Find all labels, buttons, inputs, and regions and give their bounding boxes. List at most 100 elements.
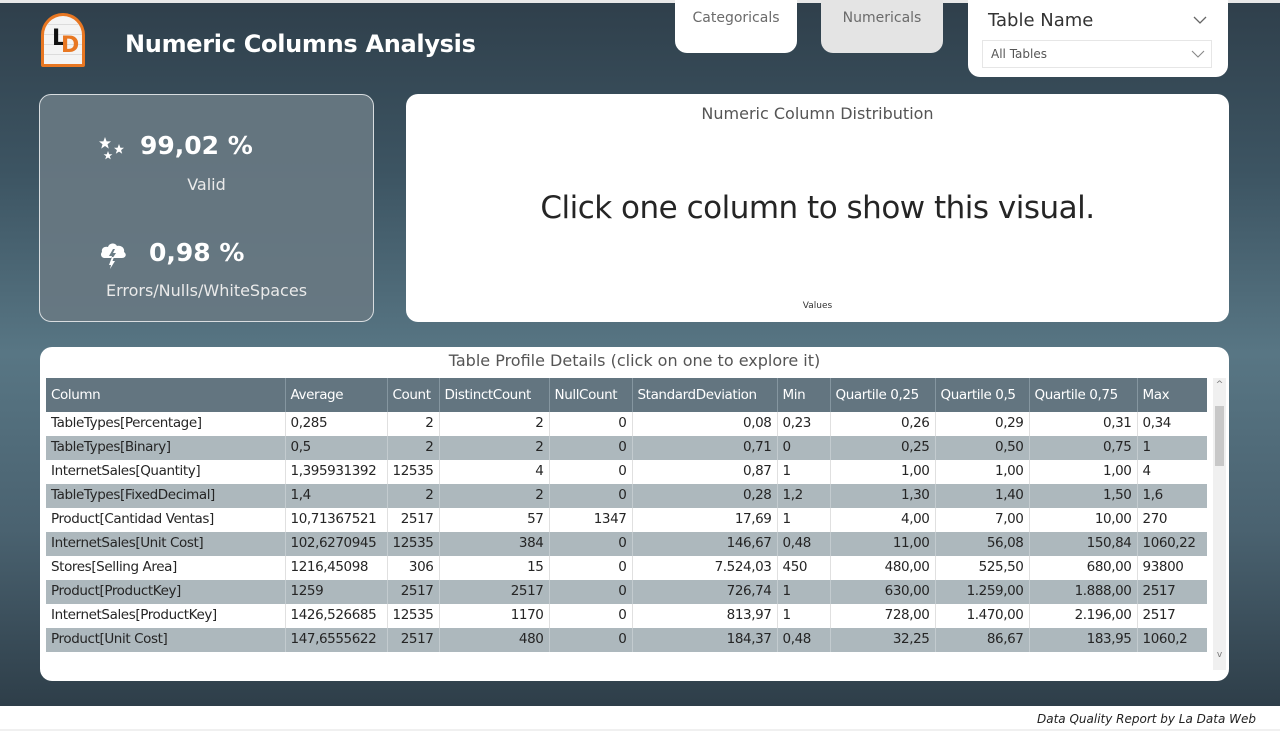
cell-quartile-0-25: 728,00 (830, 604, 936, 628)
numeric-distribution-visual[interactable]: Numeric Column Distribution Click one co… (406, 94, 1229, 322)
valid-percentage: 99,02 % (140, 131, 253, 160)
scroll-down-icon[interactable]: v (1213, 650, 1226, 664)
table-row[interactable]: TableTypes[Binary] 0,5 2 2 0 0,71 0 0,25 0,50 0,7… (46, 436, 1207, 460)
table-profile-scroll-area[interactable]: Column Average Count DistinctCount NullCount… (46, 378, 1207, 675)
cell-quartile-0-75: 1,50 (1029, 484, 1138, 508)
cell-quartile-0-75: 2.196,00 (1029, 604, 1138, 628)
column-header-nullcount[interactable]: NullCount (549, 378, 633, 412)
table-row[interactable]: InternetSales[ProductKey] 1426,526685 1253… (46, 604, 1207, 628)
table-name-dropdown[interactable]: All Tables (982, 40, 1212, 68)
cell-quartile-0-5: 1.259,00 (935, 580, 1030, 604)
column-header-average[interactable]: Average (285, 378, 388, 412)
cell-nullcount: 0 (549, 628, 633, 652)
validity-kpi-card: 99,02 % Valid 0,98 % Errors/Nulls/WhiteS… (39, 94, 374, 322)
cell-max: 1 (1137, 436, 1207, 460)
cell-standarddeviation: 7.524,03 (632, 556, 778, 580)
table-body: TableTypes[Percentage] 0,285 2 2 0 0,08 0,23 0,… (46, 412, 1207, 652)
chevron-down-icon[interactable] (1192, 12, 1208, 28)
cell-average: 10,71367521 (285, 508, 388, 532)
cell-count: 306 (387, 556, 440, 580)
cell-min: 0,48 (777, 532, 831, 556)
cell-max: 2517 (1137, 604, 1207, 628)
column-header-distinctcount[interactable]: DistinctCount (439, 378, 550, 412)
cell-quartile-0-75: 1,00 (1029, 460, 1138, 484)
cell-column: Product[Unit Cost] (46, 628, 286, 652)
table-row[interactable]: TableTypes[Percentage] 0,285 2 2 0 0,08 0,23 0,… (46, 412, 1207, 436)
cell-quartile-0-25: 1,00 (830, 460, 936, 484)
vertical-scrollbar[interactable]: ^ v (1213, 378, 1226, 670)
table-profile-details: Column Average Count DistinctCount NullCount… (46, 378, 1207, 652)
scroll-up-icon[interactable]: ^ (1213, 380, 1226, 394)
column-header-quartile-0-5[interactable]: Quartile 0,5 (935, 378, 1030, 412)
cell-standarddeviation: 146,67 (632, 532, 778, 556)
cell-nullcount: 0 (549, 436, 633, 460)
column-header-quartile-0-25[interactable]: Quartile 0,25 (830, 378, 936, 412)
cell-max: 270 (1137, 508, 1207, 532)
cell-average: 1259 (285, 580, 388, 604)
cell-count: 2517 (387, 508, 440, 532)
cell-average: 147,6555622 (285, 628, 388, 652)
table-row[interactable]: Product[ProductKey] 1259 2517 2517 0 726,74 1 6… (46, 580, 1207, 604)
cell-nullcount: 0 (549, 412, 633, 436)
cell-quartile-0-25: 480,00 (830, 556, 936, 580)
cell-nullcount: 0 (549, 580, 633, 604)
page-title: Numeric Columns Analysis (125, 30, 476, 58)
cell-standarddeviation: 0,28 (632, 484, 778, 508)
cell-min: 1 (777, 508, 831, 532)
cell-count: 12535 (387, 532, 440, 556)
cell-column: InternetSales[ProductKey] (46, 604, 286, 628)
valid-label: Valid (187, 175, 226, 194)
distribution-title: Numeric Column Distribution (701, 104, 934, 123)
cell-quartile-0-25: 11,00 (830, 532, 936, 556)
cell-column: InternetSales[Unit Cost] (46, 532, 286, 556)
cell-nullcount: 0 (549, 484, 633, 508)
column-header-max[interactable]: Max (1137, 378, 1207, 412)
cell-quartile-0-75: 0,75 (1029, 436, 1138, 460)
cell-count: 2 (387, 484, 440, 508)
cell-max: 2517 (1137, 580, 1207, 604)
logo-letter-d: D (61, 33, 80, 58)
table-row[interactable]: Product[Unit Cost] 147,6555622 2517 480 0 184… (46, 628, 1207, 652)
cell-column: InternetSales[Quantity] (46, 460, 286, 484)
cell-average: 102,6270945 (285, 532, 388, 556)
cell-nullcount: 0 (549, 532, 633, 556)
table-row[interactable]: InternetSales[Quantity] 1,395931392 12535 4… (46, 460, 1207, 484)
table-row[interactable]: TableTypes[FixedDecimal] 1,4 2 2 0 0,28 1,2 1,3… (46, 484, 1207, 508)
column-header-quartile-0-75[interactable]: Quartile 0,75 (1029, 378, 1138, 412)
cell-column: TableTypes[Percentage] (46, 412, 286, 436)
cell-count: 2517 (387, 628, 440, 652)
distribution-axis-label: Values (802, 301, 833, 311)
cell-max: 1060,22 (1137, 532, 1207, 556)
cell-quartile-0-5: 86,67 (935, 628, 1030, 652)
cell-quartile-0-25: 32,25 (830, 628, 936, 652)
tab-numericals[interactable]: Numericals (821, 0, 943, 53)
table-row[interactable]: InternetSales[Unit Cost] 102,6270945 12535… (46, 532, 1207, 556)
column-header-min[interactable]: Min (777, 378, 831, 412)
column-header-count[interactable]: Count (387, 378, 440, 412)
cell-min: 0 (777, 436, 831, 460)
cell-nullcount: 0 (549, 460, 633, 484)
cell-standarddeviation: 813,97 (632, 604, 778, 628)
cell-nullcount: 1347 (549, 508, 633, 532)
cell-quartile-0-5: 7,00 (935, 508, 1030, 532)
cell-nullcount: 0 (549, 556, 633, 580)
cell-quartile-0-5: 1,00 (935, 460, 1030, 484)
cell-quartile-0-75: 183,95 (1029, 628, 1138, 652)
chevron-down-icon (1191, 50, 1205, 58)
cell-min: 1,2 (777, 484, 831, 508)
tab-categoricals[interactable]: Categoricals (675, 0, 797, 53)
table-row[interactable]: Stores[Selling Area] 1216,45098 306 15 0 7.52… (46, 556, 1207, 580)
cell-min: 0,23 (777, 412, 831, 436)
scrollbar-thumb[interactable] (1215, 406, 1224, 466)
dropdown-selected-value: All Tables (991, 47, 1047, 61)
cell-column: TableTypes[Binary] (46, 436, 286, 460)
table-name-slicer: Table Name All Tables (968, 0, 1228, 77)
storm-cloud-icon (101, 243, 126, 269)
cell-quartile-0-25: 0,26 (830, 412, 936, 436)
column-header-column[interactable]: Column (46, 378, 286, 412)
cell-column: Product[ProductKey] (46, 580, 286, 604)
column-header-standarddeviation[interactable]: StandardDeviation (632, 378, 778, 412)
table-row[interactable]: Product[Cantidad Ventas] 10,71367521 2517 5… (46, 508, 1207, 532)
cell-average: 1426,526685 (285, 604, 388, 628)
cell-quartile-0-5: 0,29 (935, 412, 1030, 436)
